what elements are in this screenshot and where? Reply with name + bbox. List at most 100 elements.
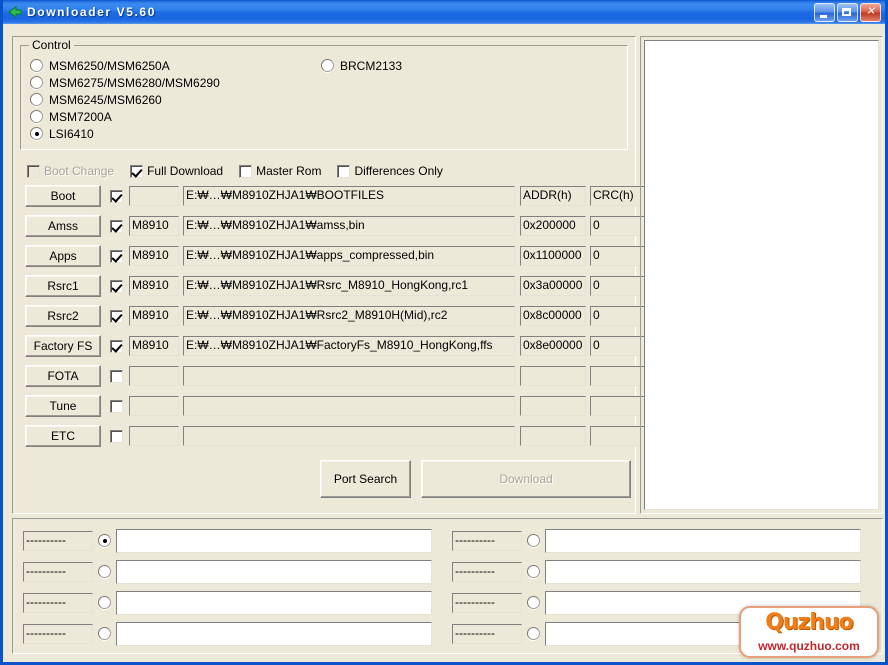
- amss-button[interactable]: Amss: [25, 215, 101, 237]
- apps-path-field[interactable]: E:₩…₩M8910ZHJA1₩apps_compressed,bin: [183, 246, 515, 266]
- tune-path-field[interactable]: [183, 396, 515, 416]
- port-status-field[interactable]: [116, 528, 432, 553]
- chipset-radio-list-left: MSM6250/MSM6250A MSM6275/MSM6280/MSM6290…: [30, 57, 360, 142]
- port-select-radio[interactable]: [527, 627, 540, 640]
- tune-crc-field[interactable]: [590, 396, 645, 416]
- boot-path-field[interactable]: E:₩…₩M8910ZHJA1₩BOOTFILES: [183, 186, 515, 206]
- etc-crc-field[interactable]: [590, 426, 645, 446]
- port-label: ----------: [452, 530, 522, 551]
- port-select-radio[interactable]: [98, 534, 111, 547]
- rsrc1-path-field[interactable]: E:₩…₩M8910ZHJA1₩Rsrc_M8910_HongKong,rc1: [183, 276, 515, 296]
- amss-crc-field[interactable]: 0: [590, 216, 645, 236]
- radio-indicator[interactable]: [30, 127, 43, 140]
- fota-path-field[interactable]: [183, 366, 515, 386]
- factory-fs-addr-field[interactable]: 0x8e00000: [520, 336, 586, 356]
- radio-indicator[interactable]: [321, 59, 334, 72]
- fota-enable-checkbox[interactable]: [110, 369, 123, 383]
- apps-enable-checkbox[interactable]: [110, 249, 123, 263]
- rsrc2-model-field[interactable]: M8910: [129, 306, 179, 326]
- port-select-radio[interactable]: [98, 565, 111, 578]
- minimize-button[interactable]: [814, 2, 835, 22]
- radio-indicator[interactable]: [30, 59, 43, 72]
- etc-model-field[interactable]: [129, 426, 179, 446]
- amss-model-field[interactable]: M8910: [129, 216, 179, 236]
- checkbox-indicator[interactable]: [130, 164, 144, 178]
- option-differences-only[interactable]: Differences Only: [337, 164, 443, 178]
- apps-model-field[interactable]: M8910: [129, 246, 179, 266]
- rsrc1-enable-checkbox[interactable]: [110, 279, 123, 293]
- checkbox-indicator[interactable]: [239, 164, 253, 178]
- chipset-radio-2[interactable]: MSM6245/MSM6260: [30, 91, 360, 108]
- rsrc2-path-field[interactable]: E:₩…₩M8910ZHJA1₩Rsrc2_M8910H(Mid),rc2: [183, 306, 515, 326]
- port-select-radio[interactable]: [527, 596, 540, 609]
- etc-enable-checkbox[interactable]: [110, 429, 123, 443]
- title-bar: Downloader V5.60 ✕: [3, 0, 885, 24]
- option-full-download[interactable]: Full Download: [130, 164, 223, 178]
- tune-addr-field[interactable]: [520, 396, 586, 416]
- checkbox-indicator[interactable]: [337, 164, 351, 178]
- control-group-title: Control: [29, 38, 74, 52]
- log-output[interactable]: [644, 40, 879, 510]
- factory-fs-path-field[interactable]: E:₩…₩M8910ZHJA1₩FactoryFs_M8910_HongKong…: [183, 336, 515, 356]
- etc-path-field[interactable]: [183, 426, 515, 446]
- port-status-field[interactable]: [116, 590, 432, 615]
- chipset-radio-0[interactable]: MSM6250/MSM6250A: [30, 57, 360, 74]
- radio-indicator[interactable]: [30, 76, 43, 89]
- port-status-field[interactable]: [545, 559, 861, 584]
- chipset-label: MSM6245/MSM6260: [49, 92, 162, 107]
- rsrc2-button[interactable]: Rsrc2: [25, 305, 101, 327]
- maximize-button[interactable]: [837, 2, 858, 22]
- port-row-left-1: ----------: [23, 556, 443, 587]
- apps-addr-field[interactable]: 0x1100000: [520, 246, 586, 266]
- apps-crc-field[interactable]: 0: [590, 246, 645, 266]
- rsrc1-crc-field[interactable]: 0: [590, 276, 645, 296]
- tune-enable-checkbox[interactable]: [110, 399, 123, 413]
- boot-enable-checkbox[interactable]: [110, 189, 123, 203]
- factory-fs-enable-checkbox[interactable]: [110, 339, 123, 353]
- tune-model-field[interactable]: [129, 396, 179, 416]
- chipset-radio-brcm2133[interactable]: BRCM2133: [321, 57, 402, 74]
- fota-button[interactable]: FOTA: [25, 365, 101, 387]
- rsrc2-addr-field[interactable]: 0x8c00000: [520, 306, 586, 326]
- port-select-radio[interactable]: [527, 565, 540, 578]
- boot-button[interactable]: Boot: [25, 185, 101, 207]
- port-label: ----------: [452, 561, 522, 582]
- tune-button[interactable]: Tune: [25, 395, 101, 417]
- chipset-radio-3[interactable]: MSM7200A: [30, 108, 360, 125]
- port-select-radio[interactable]: [527, 534, 540, 547]
- factory-fs-button[interactable]: Factory FS: [25, 335, 101, 357]
- etc-addr-field[interactable]: [520, 426, 586, 446]
- port-status-field[interactable]: [116, 621, 432, 646]
- amss-enable-checkbox[interactable]: [110, 219, 123, 233]
- chipset-label: MSM6275/MSM6280/MSM6290: [49, 75, 220, 90]
- port-status-field[interactable]: [116, 559, 432, 584]
- port-select-radio[interactable]: [98, 596, 111, 609]
- rsrc1-button[interactable]: Rsrc1: [25, 275, 101, 297]
- option-master-rom[interactable]: Master Rom: [239, 164, 321, 178]
- factory-fs-crc-field[interactable]: 0: [590, 336, 645, 356]
- radio-indicator[interactable]: [30, 110, 43, 123]
- chipset-radio-4[interactable]: LSI6410: [30, 125, 360, 142]
- download-options: Boot Change Full Download Master Rom Dif…: [27, 164, 443, 178]
- rsrc2-enable-checkbox[interactable]: [110, 309, 123, 323]
- boot-model-field[interactable]: [129, 186, 179, 206]
- fota-model-field[interactable]: [129, 366, 179, 386]
- close-button[interactable]: ✕: [860, 2, 881, 22]
- rsrc2-crc-field[interactable]: 0: [590, 306, 645, 326]
- factory-fs-model-field[interactable]: M8910: [129, 336, 179, 356]
- chipset-radio-1[interactable]: MSM6275/MSM6280/MSM6290: [30, 74, 360, 91]
- port-search-button[interactable]: Port Search: [320, 460, 411, 498]
- etc-button[interactable]: ETC: [25, 425, 101, 447]
- fota-crc-field[interactable]: [590, 366, 645, 386]
- amss-path-field[interactable]: E:₩…₩M8910ZHJA1₩amss,bin: [183, 216, 515, 236]
- radio-indicator[interactable]: [30, 93, 43, 106]
- apps-button[interactable]: Apps: [25, 245, 101, 267]
- port-select-radio[interactable]: [98, 627, 111, 640]
- rsrc1-addr-field[interactable]: 0x3a00000: [520, 276, 586, 296]
- port-label: ----------: [23, 530, 93, 551]
- download-button[interactable]: Download: [421, 460, 631, 498]
- port-status-field[interactable]: [545, 528, 861, 553]
- fota-addr-field[interactable]: [520, 366, 586, 386]
- amss-addr-field[interactable]: 0x200000: [520, 216, 586, 236]
- rsrc1-model-field[interactable]: M8910: [129, 276, 179, 296]
